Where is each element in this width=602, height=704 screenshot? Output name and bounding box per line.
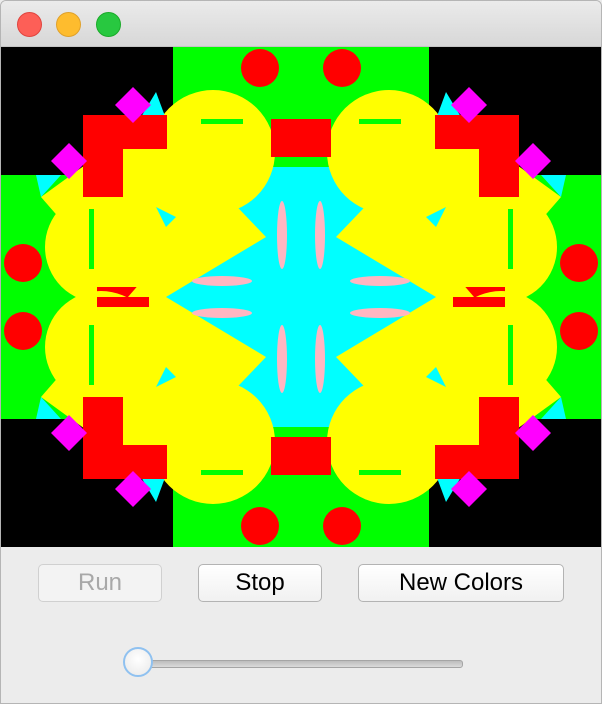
run-button[interactable]: Run [38,564,162,602]
speed-slider-thumb[interactable] [123,647,153,677]
drawing-canvas [1,47,601,547]
speed-slider-track[interactable] [139,660,463,668]
app-window: Run Stop New Colors [0,0,602,704]
title-bar[interactable] [1,1,601,47]
minimize-window-button[interactable] [56,12,81,37]
zoom-window-button[interactable] [96,12,121,37]
stop-button[interactable]: Stop [198,564,322,602]
new-colors-button[interactable]: New Colors [358,564,564,602]
close-window-button[interactable] [17,12,42,37]
